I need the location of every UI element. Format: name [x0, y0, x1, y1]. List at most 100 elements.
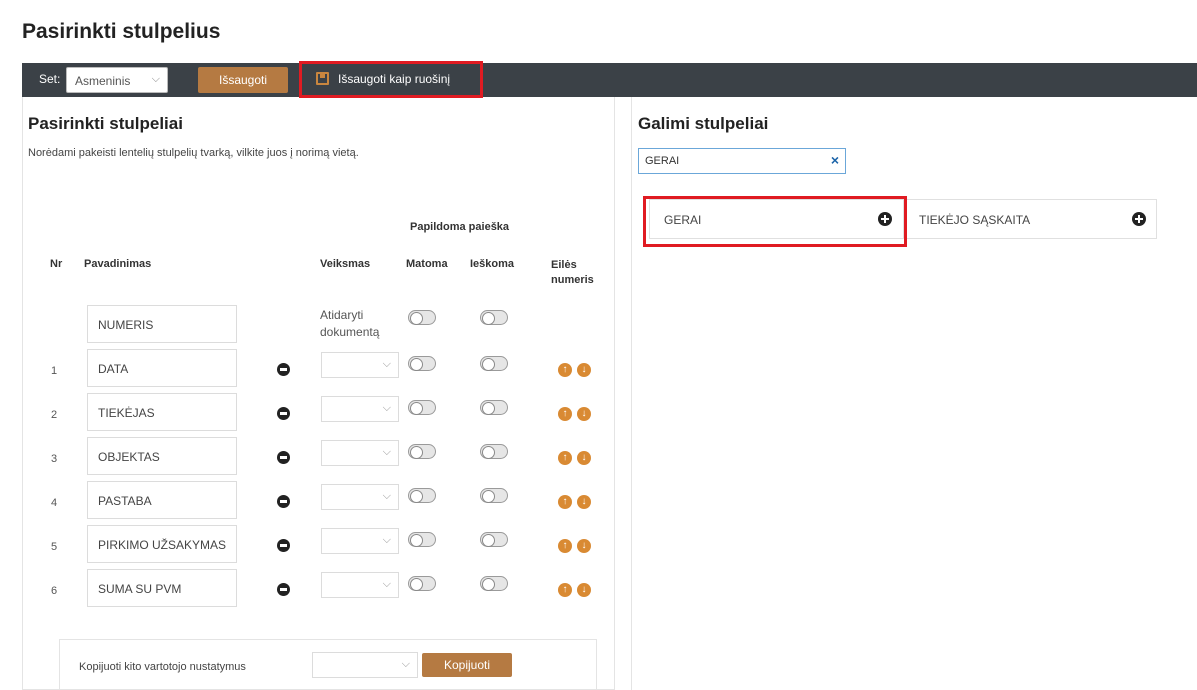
available-columns-title: Galimi stulpeliai [638, 114, 769, 133]
move-up-icon[interactable]: ↑ [558, 407, 572, 421]
add-column-icon[interactable] [878, 212, 892, 226]
chevron-down-icon: ⌵ [382, 446, 391, 458]
action-select[interactable]: ⌵ [321, 352, 399, 378]
name-header: Pavadinimas [84, 258, 152, 270]
move-up-icon[interactable]: ↑ [558, 495, 572, 509]
column-item[interactable]: PIRKIMO UŽSAKYMAS [87, 525, 237, 563]
page-title: Pasirinkti stulpelius [22, 20, 221, 43]
search-input-value: GERAI [645, 155, 680, 167]
remove-column-icon[interactable] [277, 539, 290, 552]
action-select[interactable]: ⌵ [321, 484, 399, 510]
row-number: 2 [51, 409, 58, 421]
save-as-template-label: Išsaugoti kaip ruošinį [338, 72, 451, 86]
available-column-name: GERAI [664, 213, 702, 227]
column-name: PASTABA [98, 494, 152, 508]
floppy-disk-icon [316, 72, 329, 85]
move-down-icon[interactable]: ↓ [577, 539, 591, 553]
toolbar: Set: Asmeninis ⌵ Išsaugoti Išsaugoti kai… [22, 63, 1197, 97]
action-select[interactable]: ⌵ [321, 440, 399, 466]
visible-toggle[interactable] [408, 444, 436, 459]
row-number: 3 [51, 453, 58, 465]
column-item[interactable]: DATA [87, 349, 237, 387]
column-name: NUMERIS [98, 318, 154, 332]
column-name: TIEKĖJAS [98, 406, 155, 420]
visible-toggle[interactable] [408, 356, 436, 371]
set-select-value: Asmeninis [75, 74, 131, 88]
column-item[interactable]: TIEKĖJAS [87, 393, 237, 431]
copy-button[interactable]: Kopijuoti [422, 653, 512, 677]
searchable-toggle[interactable] [480, 400, 508, 415]
row-number: 4 [51, 497, 58, 509]
user-select[interactable]: ⌵ [312, 652, 418, 678]
remove-column-icon[interactable] [277, 583, 290, 596]
searchable-toggle[interactable] [480, 310, 508, 325]
column-item-numeris[interactable]: NUMERIS [87, 305, 237, 343]
column-name: PIRKIMO UŽSAKYMAS [98, 538, 227, 552]
available-column-item[interactable]: TIEKĖJO SĄSKAITA [904, 199, 1157, 239]
action-select[interactable]: ⌵ [321, 396, 399, 422]
searchable-toggle[interactable] [480, 532, 508, 547]
visible-toggle[interactable] [408, 488, 436, 503]
remove-column-icon[interactable] [277, 451, 290, 464]
available-column-name: TIEKĖJO SĄSKAITA [919, 213, 1031, 227]
chevron-down-icon: ⌵ [382, 358, 391, 370]
chevron-down-icon: ⌵ [382, 490, 391, 502]
action-header: Veiksmas [320, 258, 371, 270]
order-header: Eilės numeris [551, 259, 594, 286]
chevron-down-icon: ⌵ [151, 73, 160, 85]
set-label: Set: [39, 72, 61, 86]
action-select[interactable]: ⌵ [321, 572, 399, 598]
extra-search-header: Papildoma paieška [410, 221, 510, 233]
chevron-down-icon: ⌵ [382, 402, 391, 414]
remove-column-icon[interactable] [277, 407, 290, 420]
visible-toggle[interactable] [408, 400, 436, 415]
column-name: OBJEKTAS [98, 450, 160, 464]
row-number: 1 [51, 365, 58, 377]
available-columns-panel: Galimi stulpeliai GERAI × GERAI TIEKĖJO … [631, 97, 1197, 690]
column-item[interactable]: PASTABA [87, 481, 237, 519]
searchable-toggle[interactable] [480, 356, 508, 371]
save-as-template-button[interactable]: Išsaugoti kaip ruošinį [302, 63, 482, 97]
chevron-down-icon: ⌵ [401, 658, 410, 670]
copy-settings-box: Kopijuoti kito vartotojo nustatymus ⌵ Ko… [59, 639, 597, 690]
row-number: 6 [51, 585, 58, 597]
searchable-toggle[interactable] [480, 488, 508, 503]
visible-toggle[interactable] [408, 310, 436, 325]
action-select[interactable]: ⌵ [321, 528, 399, 554]
visible-toggle[interactable] [408, 532, 436, 547]
searchable-toggle[interactable] [480, 444, 508, 459]
selected-columns-panel: Pasirinkti stulpeliai Norėdami pakeisti … [22, 97, 615, 690]
save-button[interactable]: Išsaugoti [198, 67, 288, 93]
column-name: DATA [98, 362, 129, 376]
move-up-icon[interactable]: ↑ [558, 363, 572, 377]
copy-settings-label: Kopijuoti kito vartotojo nustatymus [79, 661, 246, 673]
selected-columns-title: Pasirinkti stulpeliai [28, 114, 183, 133]
row-number: 5 [51, 541, 58, 553]
column-name: SUMA SU PVM [98, 582, 182, 596]
add-column-icon[interactable] [1132, 212, 1146, 226]
move-up-icon[interactable]: ↑ [558, 451, 572, 465]
set-select[interactable]: Asmeninis ⌵ [66, 67, 168, 93]
column-item[interactable]: OBJEKTAS [87, 437, 237, 475]
clear-search-icon[interactable]: × [831, 152, 839, 168]
move-up-icon[interactable]: ↑ [558, 539, 572, 553]
chevron-down-icon: ⌵ [382, 578, 391, 590]
chevron-down-icon: ⌵ [382, 534, 391, 546]
nr-header: Nr [50, 258, 63, 270]
move-down-icon[interactable]: ↓ [577, 451, 591, 465]
move-down-icon[interactable]: ↓ [577, 363, 591, 377]
search-input[interactable]: GERAI × [638, 148, 846, 174]
move-down-icon[interactable]: ↓ [577, 407, 591, 421]
remove-column-icon[interactable] [277, 495, 290, 508]
available-column-item[interactable]: GERAI [649, 199, 904, 239]
move-down-icon[interactable]: ↓ [577, 495, 591, 509]
visible-header: Matoma [406, 258, 448, 270]
visible-toggle[interactable] [408, 576, 436, 591]
action-open-document: Atidaryti dokumentą [320, 308, 380, 339]
remove-column-icon[interactable] [277, 363, 290, 376]
searchable-header: Ieškoma [470, 258, 515, 270]
move-up-icon[interactable]: ↑ [558, 583, 572, 597]
column-item[interactable]: SUMA SU PVM [87, 569, 237, 607]
move-down-icon[interactable]: ↓ [577, 583, 591, 597]
searchable-toggle[interactable] [480, 576, 508, 591]
